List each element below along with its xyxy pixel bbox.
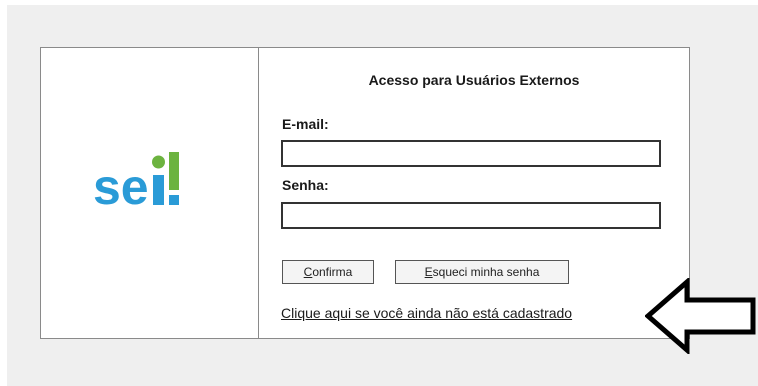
confirm-button[interactable]: Confirma: [282, 260, 374, 284]
sei-logo-i-stem: [153, 175, 164, 205]
sei-logo-exclamation-dot: [169, 195, 179, 205]
register-link[interactable]: Clique aqui se você ainda não está cadas…: [281, 305, 572, 321]
email-input[interactable]: [281, 140, 661, 167]
sei-logo-text: se: [93, 159, 149, 215]
left-arrow-icon: [645, 278, 756, 354]
email-label: E-mail:: [282, 116, 329, 132]
login-form: Acesso para Usuários Externos E-mail: Se…: [259, 48, 689, 338]
confirm-label-rest: onfirma: [312, 265, 353, 279]
password-label: Senha:: [282, 177, 329, 193]
forgot-password-button[interactable]: Esqueci minha senha: [395, 260, 569, 284]
form-title: Acesso para Usuários Externos: [368, 72, 580, 88]
password-input[interactable]: [281, 202, 661, 229]
forgot-access-key: E: [424, 265, 433, 279]
sei-logo-i-dot: [152, 155, 165, 169]
logo-panel: se: [41, 48, 259, 338]
sei-logo-exclamation-bar: [169, 152, 179, 190]
login-box: se Acesso para Usuários Externos E-mail:…: [40, 47, 690, 339]
forgot-label-rest: squeci minha senha: [432, 265, 540, 279]
sei-logo: se: [93, 152, 179, 215]
